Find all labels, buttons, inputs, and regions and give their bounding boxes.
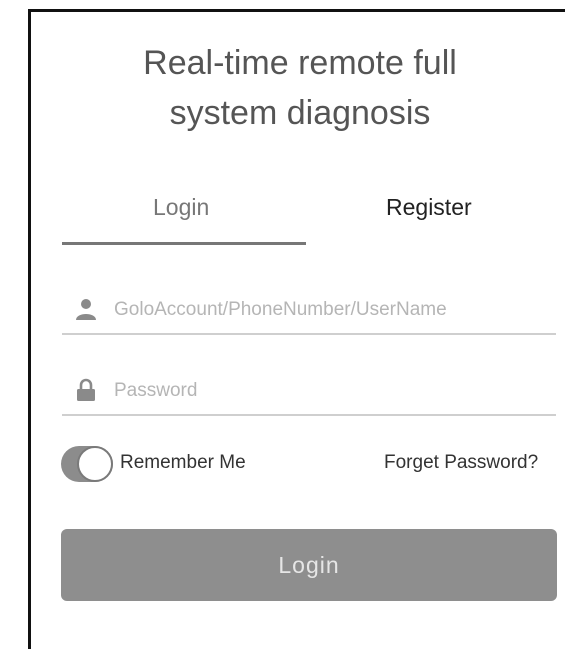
tab-register[interactable]: Register xyxy=(386,194,472,221)
user-icon xyxy=(76,299,96,320)
lock-icon xyxy=(77,378,95,401)
page-title: Real-time remote full system diagnosis xyxy=(30,38,565,138)
account-field[interactable] xyxy=(62,291,556,335)
forget-password-link[interactable]: Forget Password? xyxy=(384,452,538,474)
login-button[interactable]: Login xyxy=(61,529,557,601)
password-input[interactable] xyxy=(112,374,546,408)
page-title-line-2: system diagnosis xyxy=(169,94,431,132)
toggle-knob xyxy=(77,446,113,482)
remember-me-label: Remember Me xyxy=(120,452,246,473)
active-tab-indicator xyxy=(62,242,306,245)
page-title-line-1: Real-time remote full xyxy=(143,44,457,82)
password-field[interactable] xyxy=(62,372,556,416)
account-input[interactable] xyxy=(112,293,546,327)
tab-login[interactable]: Login xyxy=(153,194,209,221)
remember-me-toggle[interactable] xyxy=(61,446,113,482)
